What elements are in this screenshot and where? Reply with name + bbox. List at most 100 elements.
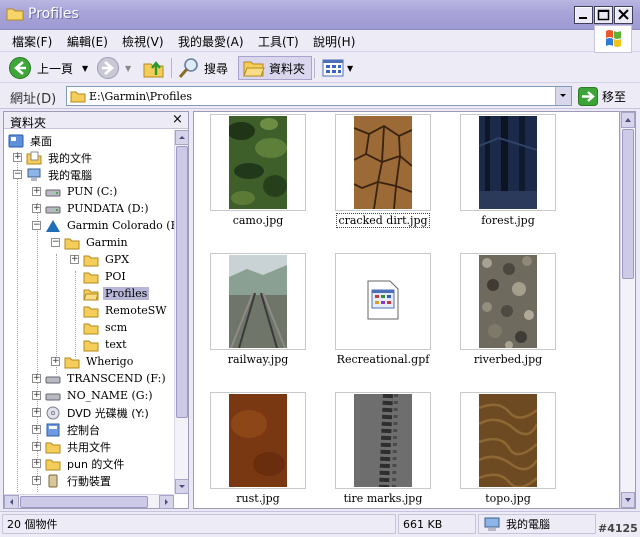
expand-icon[interactable]: + (32, 204, 41, 213)
menu-favorites[interactable]: 我的最愛(A) (178, 33, 244, 50)
tree-item-desktop[interactable]: 桌面 (8, 132, 54, 149)
expand-icon[interactable]: + (32, 408, 41, 417)
tree-item-text[interactable]: text (83, 336, 129, 353)
chevron-right-icon (165, 499, 168, 505)
tree-label: 控制台 (67, 423, 100, 437)
address-dropdown-button[interactable] (555, 87, 571, 105)
scroll-thumb[interactable] (622, 129, 634, 279)
close-button[interactable] (614, 6, 633, 24)
folder-tree: 桌面 + 我的文件 − 我的電腦 + PUN (C:) + PUNDATA (D… (4, 130, 176, 492)
expand-icon[interactable]: + (32, 459, 41, 468)
tree-item-drive-c[interactable]: + PUN (C:) (32, 183, 119, 200)
thumbnail-riverbed[interactable] (460, 253, 556, 350)
tree-item-control-panel[interactable]: + 控制台 (32, 421, 102, 438)
scroll-down-button[interactable] (175, 479, 189, 494)
back-dropdown-icon[interactable]: ▼ (82, 64, 88, 73)
file-name: cracked dirt.jpg (336, 213, 430, 228)
thumbnail-forest[interactable] (460, 114, 556, 211)
tree-label: PUN (C:) (67, 185, 118, 198)
expand-icon[interactable]: + (32, 374, 41, 383)
folders-button[interactable]: 資料夾 (238, 56, 313, 80)
collapse-icon[interactable]: − (13, 170, 22, 179)
tree-item-scm[interactable]: scm (83, 319, 129, 336)
search-button[interactable]: 搜尋 (177, 56, 228, 80)
thumbnail-camo[interactable] (210, 114, 306, 211)
tree-item-shared-documents[interactable]: + 共用文件 (32, 438, 113, 455)
views-button[interactable]: ▼ (321, 56, 353, 80)
close-pane-button[interactable]: × (172, 112, 183, 127)
title-bar[interactable]: Profiles (0, 0, 640, 30)
scroll-up-button[interactable] (175, 130, 189, 145)
expand-icon[interactable]: + (51, 357, 60, 366)
tree-item-remotesw[interactable]: RemoteSW (83, 302, 169, 319)
collapse-icon[interactable]: − (51, 238, 60, 247)
forward-button[interactable]: ▼ (96, 56, 131, 80)
window-title: Profiles (28, 6, 79, 22)
minimize-button[interactable] (574, 6, 593, 24)
thumbnail-tire-marks[interactable] (335, 392, 431, 489)
folder-icon (45, 442, 61, 453)
scroll-up-button[interactable] (621, 112, 635, 128)
back-button[interactable]: 上一頁 ▼ (8, 56, 88, 80)
thumbnail-rust[interactable] (210, 392, 306, 489)
status-size-text: 661 KB (403, 517, 443, 531)
thumbnail-recreational-gpf[interactable] (335, 253, 431, 350)
folder-icon (83, 323, 99, 334)
expand-icon[interactable]: + (32, 476, 41, 485)
back-arrow-icon (9, 57, 31, 79)
mobile-device-icon (48, 474, 58, 487)
maximize-button[interactable] (594, 6, 613, 24)
menu-help[interactable]: 說明(H) (313, 33, 355, 50)
thumbnail-cracked-dirt[interactable] (335, 114, 431, 211)
folders-pane-horizontal-scrollbar[interactable] (4, 494, 174, 509)
scroll-thumb[interactable] (20, 496, 148, 508)
expand-icon[interactable]: + (32, 442, 41, 451)
tree-item-pun-documents[interactable]: + pun 的文件 (32, 455, 126, 472)
tree-item-drive-g[interactable]: + NO_NAME (G:) (32, 387, 155, 404)
tree-item-drive-d[interactable]: + PUNDATA (D:) (32, 200, 151, 217)
tree-item-drive-f[interactable]: + TRANSCEND (F:) (32, 370, 168, 387)
scroll-thumb[interactable] (176, 146, 188, 418)
views-dropdown-icon[interactable]: ▼ (347, 64, 353, 73)
tree-item-gpx[interactable]: + GPX (70, 251, 131, 268)
expand-icon[interactable]: + (13, 153, 22, 162)
topo-thumbnail-image (479, 394, 537, 487)
tree-label: POI (105, 270, 126, 283)
folder-icon (83, 340, 99, 351)
tree-item-profiles[interactable]: Profiles (83, 285, 150, 302)
rust-thumbnail-image (229, 394, 287, 487)
folders-pane-vertical-scrollbar[interactable] (174, 130, 189, 494)
tree-item-poi[interactable]: POI (83, 268, 128, 285)
file-name: riverbed.jpg (473, 353, 543, 366)
tree-item-wherigo[interactable]: + Wherigo (51, 353, 135, 370)
scroll-right-button[interactable] (159, 495, 174, 509)
file-view-vertical-scrollbar[interactable] (620, 111, 636, 509)
tree-item-mobile-device[interactable]: + 行動裝置 (32, 472, 113, 489)
folders-pane: 資料夾 × 桌面 + 我的文件 − 我的電腦 + PUN (C:) + PUND… (3, 111, 189, 509)
menu-tools[interactable]: 工具(T) (258, 33, 299, 50)
expand-icon[interactable]: + (32, 391, 41, 400)
tree-item-drive-e[interactable]: − Garmin Colorado (E:) (32, 217, 176, 234)
tree-item-drive-y[interactable]: + DVD 光碟機 (Y:) (32, 404, 151, 421)
tree-label: 共用文件 (67, 440, 111, 454)
thumbnail-railway[interactable] (210, 253, 306, 350)
expand-icon[interactable]: + (70, 255, 79, 264)
scroll-down-button[interactable] (621, 492, 635, 508)
tree-item-garmin[interactable]: − Garmin (51, 234, 130, 251)
tree-item-my-documents[interactable]: + 我的文件 (13, 149, 94, 166)
address-input[interactable]: E:\Garmin\Profiles (66, 86, 572, 106)
chevron-down-icon (625, 498, 631, 502)
thumbnail-topo[interactable] (460, 392, 556, 489)
menu-edit[interactable]: 編輯(E) (67, 33, 108, 50)
forward-dropdown-icon[interactable]: ▼ (125, 64, 131, 73)
tree-item-my-computer[interactable]: − 我的電腦 (13, 166, 94, 183)
expand-icon[interactable]: + (32, 425, 41, 434)
scroll-left-button[interactable] (4, 495, 19, 509)
collapse-icon[interactable]: − (32, 221, 41, 230)
up-folder-button[interactable] (142, 56, 166, 80)
expand-icon[interactable]: + (32, 187, 41, 196)
go-button[interactable]: 移至 (578, 87, 626, 106)
menu-view[interactable]: 檢視(V) (122, 33, 164, 50)
chevron-up-icon (179, 136, 185, 139)
menu-file[interactable]: 檔案(F) (12, 33, 52, 50)
